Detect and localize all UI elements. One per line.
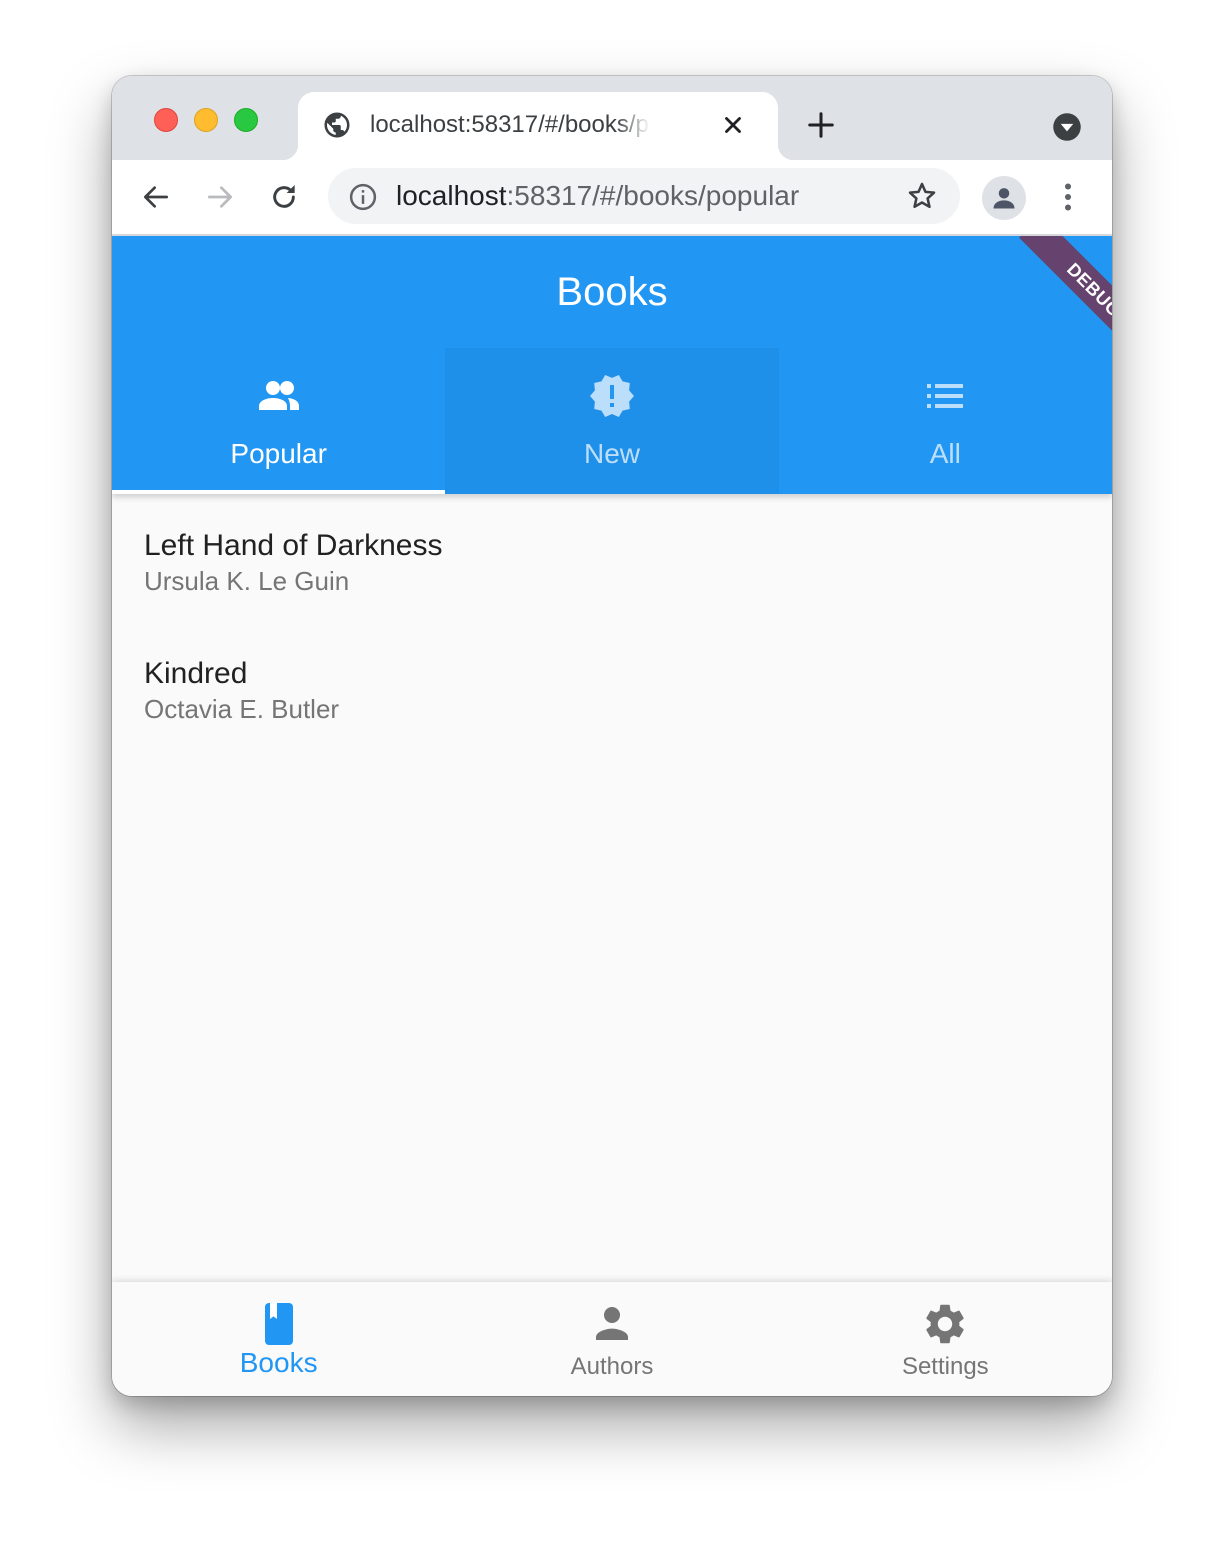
browser-window: localhost:58317/#/books/popular bbox=[112, 76, 1112, 1396]
book-author: Ursula K. Le Guin bbox=[144, 566, 350, 596]
tab-indicator bbox=[112, 490, 446, 494]
page-title: Books bbox=[556, 270, 668, 314]
settings-icon bbox=[926, 1304, 964, 1344]
close-icon[interactable] bbox=[720, 112, 746, 138]
plus-icon[interactable] bbox=[806, 110, 836, 140]
person-icon bbox=[993, 188, 1015, 209]
book-title: Kindred bbox=[144, 657, 248, 690]
url-text[interactable]: localhost:58317/#/books/popular bbox=[396, 181, 799, 211]
nav-item-settings[interactable]: Settings bbox=[779, 1282, 1112, 1396]
bottom-navigation: Books Authors Settings bbox=[112, 1282, 1112, 1396]
url-path: :58317/#/books/popular bbox=[506, 180, 800, 211]
more-vert-icon[interactable] bbox=[1054, 180, 1082, 214]
nav-item-authors[interactable]: Authors bbox=[445, 1282, 778, 1396]
tab-label: New bbox=[583, 438, 640, 469]
browser-toolbar: localhost:58317/#/books/popular bbox=[112, 160, 1112, 236]
tab-all[interactable]: All bbox=[779, 348, 1112, 494]
reload-icon[interactable] bbox=[268, 181, 300, 213]
book-icon bbox=[264, 1303, 293, 1345]
minimize-window-button[interactable] bbox=[194, 108, 218, 132]
list-item[interactable]: Kindred Octavia E. Butler bbox=[112, 622, 1112, 750]
new-releases-icon bbox=[589, 375, 634, 417]
person-icon bbox=[595, 1307, 628, 1340]
book-author: Octavia E. Butler bbox=[144, 694, 340, 724]
star-outline-icon[interactable] bbox=[906, 180, 938, 212]
tab-popular[interactable]: Popular bbox=[112, 348, 446, 494]
address-bar[interactable]: localhost:58317/#/books/popular bbox=[328, 168, 960, 224]
people-icon bbox=[258, 381, 299, 410]
nav-label: Authors bbox=[570, 1353, 654, 1380]
profile-button[interactable] bbox=[982, 176, 1026, 220]
nav-label: Books bbox=[239, 1347, 318, 1378]
app-bar: Books Popular New All bbox=[112, 236, 1112, 494]
zoom-window-button[interactable] bbox=[234, 108, 258, 132]
tab-strip: localhost:58317/#/books/popular bbox=[112, 76, 1112, 160]
chevron-down-circle-icon[interactable] bbox=[1052, 112, 1082, 142]
close-window-button[interactable] bbox=[154, 108, 178, 132]
tab-label: Popular bbox=[230, 438, 327, 469]
tab-new[interactable]: New bbox=[445, 348, 779, 494]
tab-label: All bbox=[929, 438, 961, 469]
arrow-left-icon[interactable] bbox=[140, 181, 172, 213]
book-list: Left Hand of Darkness Ursula K. Le Guin … bbox=[112, 494, 1112, 1282]
url-host: localhost bbox=[396, 180, 507, 211]
book-title: Left Hand of Darkness bbox=[144, 529, 443, 562]
list-icon bbox=[927, 384, 964, 408]
tab-title: localhost:58317/#/books/popular bbox=[370, 111, 650, 138]
nav-item-books[interactable]: Books bbox=[112, 1282, 445, 1396]
list-item[interactable]: Left Hand of Darkness Ursula K. Le Guin bbox=[112, 494, 1112, 622]
browser-tab[interactable]: localhost:58317/#/books/popular bbox=[282, 92, 794, 160]
tab-bar: Popular New All bbox=[112, 348, 1112, 494]
arrow-right-icon[interactable] bbox=[204, 181, 236, 213]
info-icon[interactable] bbox=[348, 182, 378, 212]
globe-icon bbox=[324, 112, 350, 138]
nav-label: Settings bbox=[901, 1353, 989, 1380]
